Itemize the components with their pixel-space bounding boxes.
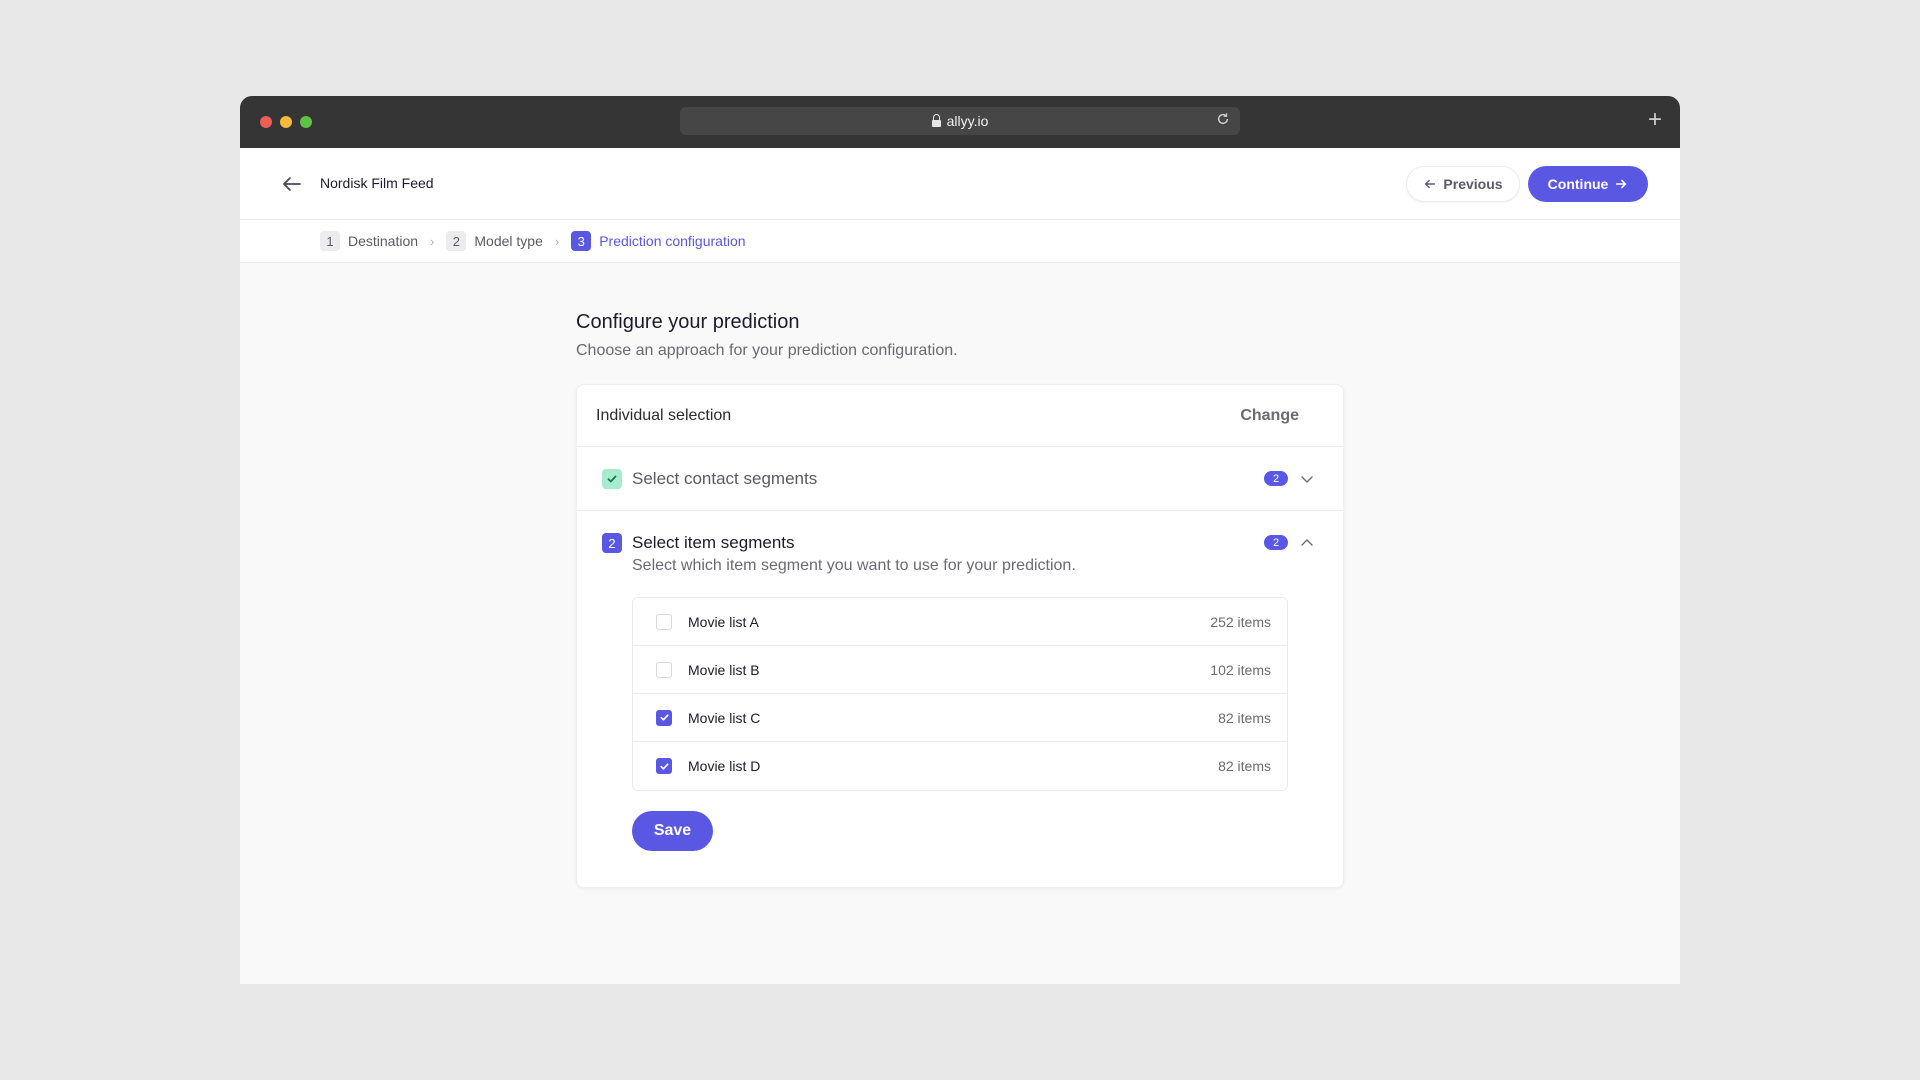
previous-button[interactable]: Previous	[1406, 166, 1520, 202]
item-label: Movie list A	[688, 613, 759, 630]
change-button[interactable]: Change	[1240, 407, 1299, 425]
checkbox[interactable]	[656, 661, 672, 678]
url-text: allyy.io	[946, 113, 989, 129]
arrow-right-icon	[1616, 179, 1627, 189]
item-label: Movie list B	[688, 661, 760, 678]
card-header: Individual selection Change	[577, 385, 1343, 447]
breadcrumb-step-model-type[interactable]: 2 Model type	[446, 231, 543, 251]
section-contact-segments[interactable]: Select contact segments 2	[577, 447, 1343, 511]
step-number: 1	[320, 231, 340, 251]
breadcrumb-step-destination[interactable]: 1 Destination	[320, 231, 418, 251]
count-badge: 2	[1264, 535, 1288, 550]
page-subtitle: Choose an approach for your prediction c…	[576, 342, 958, 359]
step-label: Model type	[474, 233, 543, 249]
page-title: Configure your prediction	[576, 311, 800, 333]
continue-button[interactable]: Continue	[1528, 166, 1648, 202]
list-item[interactable]: Movie list D 82 items	[633, 742, 1287, 790]
close-window-button[interactable]	[260, 116, 272, 128]
item-count: 82 items	[1218, 709, 1271, 726]
prediction-config-card: Individual selection Change Select conta…	[576, 384, 1344, 888]
browser-chrome: allyy.io +	[240, 96, 1680, 148]
reload-icon[interactable]	[1214, 112, 1232, 130]
section-header[interactable]: 2 Select item segments 2	[602, 533, 1343, 553]
check-icon	[602, 468, 622, 489]
minimize-window-button[interactable]	[280, 116, 292, 128]
card-title: Individual selection	[596, 406, 732, 424]
section-title: Select item segments	[632, 533, 795, 552]
save-button[interactable]: Save	[632, 811, 713, 851]
check-icon	[659, 714, 669, 721]
previous-label: Previous	[1443, 176, 1503, 192]
check-icon	[659, 762, 669, 770]
checkbox[interactable]	[656, 758, 672, 774]
item-count: 252 items	[1210, 613, 1271, 630]
app-header: Nordisk Film Feed Previous Continue	[240, 148, 1680, 220]
count-badge: 2	[1264, 471, 1288, 486]
item-label: Movie list C	[688, 709, 761, 726]
item-label: Movie list D	[688, 758, 761, 774]
step-number: 2	[446, 231, 467, 251]
section-title: Select contact segments	[632, 468, 818, 488]
item-count: 102 items	[1210, 661, 1271, 678]
lock-icon	[931, 113, 941, 128]
breadcrumb-step-prediction-configuration[interactable]: 3 Prediction configuration	[571, 231, 746, 251]
maximize-window-button[interactable]	[300, 116, 312, 128]
chevron-up-icon[interactable]	[1299, 535, 1315, 551]
chevron-right-icon: ›	[554, 233, 560, 249]
section-item-segments: 2 Select item segments 2 Select which it…	[577, 511, 1343, 851]
step-label: Prediction configuration	[599, 233, 746, 249]
address-bar[interactable]: allyy.io	[680, 107, 1240, 135]
window-controls	[260, 116, 312, 128]
item-count: 82 items	[1218, 758, 1271, 774]
list-item[interactable]: Movie list A 252 items	[633, 598, 1287, 646]
checkbox[interactable]	[656, 613, 672, 630]
step-number: 2	[602, 533, 622, 553]
list-item[interactable]: Movie list B 102 items	[633, 646, 1287, 694]
chevron-down-icon[interactable]	[1299, 471, 1315, 487]
back-arrow-icon[interactable]	[280, 172, 304, 196]
browser-window: allyy.io + Nordisk Film Feed Previous Co…	[240, 96, 1680, 984]
list-item[interactable]: Movie list C 82 items	[633, 694, 1287, 742]
plus-icon[interactable]: +	[1648, 108, 1662, 132]
breadcrumb: 1 Destination › 2 Model type › 3 Predict…	[240, 220, 1680, 263]
continue-label: Continue	[1547, 176, 1609, 192]
chevron-right-icon: ›	[430, 233, 435, 249]
step-label: Destination	[348, 233, 419, 249]
arrow-left-icon	[1425, 179, 1436, 189]
section-description: Select which item segment you want to us…	[632, 557, 1076, 574]
step-number: 3	[571, 231, 592, 251]
item-segment-list: Movie list A 252 items Movie list B 102 …	[632, 597, 1288, 791]
app-title: Nordisk Film Feed	[320, 175, 434, 191]
checkbox[interactable]	[656, 709, 672, 726]
